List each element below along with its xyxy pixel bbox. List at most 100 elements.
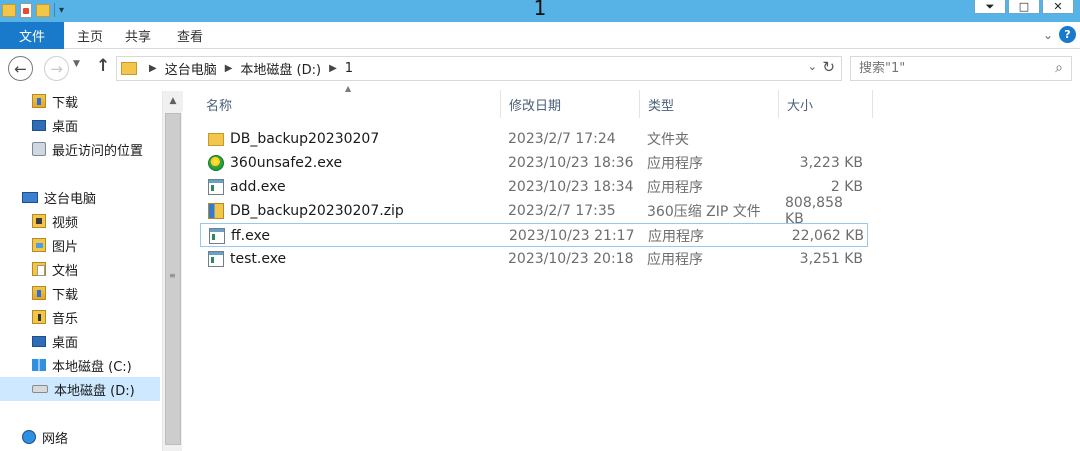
address-bar[interactable]: ▶ 这台电脑 ▶ 本地磁盘 (D:) ▶ 1 ⌄ ↻ bbox=[116, 56, 842, 81]
expand-ribbon-chevron-icon[interactable]: ⌄ bbox=[1043, 28, 1053, 42]
sidebar-item-downloads-pc[interactable]: 下载 bbox=[32, 281, 160, 305]
sidebar-item-music[interactable]: 音乐 bbox=[32, 305, 160, 329]
windows-drive-icon bbox=[32, 359, 46, 371]
table-row-focused[interactable]: ff.exe 2023/10/23 21:17 应用程序 22,062 KB bbox=[200, 223, 868, 247]
file-date: 2023/10/23 21:17 bbox=[509, 228, 635, 244]
file-type: 360压缩 ZIP 文件 bbox=[647, 204, 761, 220]
navigation-pane: 下载 桌面 最近访问的位置 这台电脑 视频 图片 文档 下载 音乐 桌面 本地磁… bbox=[0, 87, 162, 451]
breadcrumb-separator-icon[interactable]: ▶ bbox=[225, 63, 233, 74]
sidebar-item-downloads[interactable]: 下载 bbox=[32, 89, 160, 113]
close-button[interactable]: ✕ bbox=[1042, 0, 1074, 14]
forward-arrow-icon: → bbox=[50, 59, 63, 78]
table-row[interactable]: 360unsafe2.exe 2023/10/23 18:36 应用程序 3,2… bbox=[200, 151, 868, 175]
refresh-icon[interactable]: ↻ bbox=[822, 58, 835, 76]
download-folder-icon bbox=[32, 286, 46, 300]
scroll-up-arrow-icon[interactable]: ▲ bbox=[163, 91, 183, 111]
address-history-chevron-icon[interactable]: ⌄ bbox=[808, 60, 817, 73]
tab-share[interactable]: 共享 bbox=[125, 22, 151, 49]
breadcrumb-drive-d[interactable]: 本地磁盘 (D:) bbox=[240, 59, 321, 78]
table-row[interactable]: DB_backup20230207.zip 2023/2/7 17:35 360… bbox=[200, 195, 868, 227]
sidebar-item-drive-c[interactable]: 本地磁盘 (C:) bbox=[32, 353, 160, 377]
window-controls: ⏷ □ ✕ bbox=[974, 0, 1074, 14]
breadcrumb-separator-icon[interactable]: ▶ bbox=[329, 63, 337, 74]
file-name-cell: add.exe bbox=[208, 175, 286, 199]
file-size: 3,223 KB bbox=[799, 155, 863, 171]
search-box[interactable]: ⌕ bbox=[850, 56, 1072, 81]
file-type: 文件夹 bbox=[647, 132, 689, 148]
sidebar-item-label: 桌面 bbox=[52, 335, 79, 351]
sidebar-item-label: 桌面 bbox=[52, 119, 79, 135]
360-app-icon bbox=[208, 155, 224, 171]
sidebar-item-desktop[interactable]: 桌面 bbox=[32, 113, 160, 137]
recent-locations-chevron-icon[interactable]: ▼ bbox=[73, 59, 80, 69]
sidebar-item-label: 下载 bbox=[52, 95, 79, 111]
file-date: 2023/10/23 18:36 bbox=[508, 155, 634, 171]
file-list-header: 名称 修改日期 类型 大小 bbox=[198, 90, 873, 118]
pictures-folder-icon bbox=[32, 238, 46, 252]
ribbon-tabs: 文件 主页 共享 查看 ⌄ ? bbox=[0, 22, 1080, 49]
sidebar-item-label: 文档 bbox=[52, 263, 79, 279]
file-name: DB_backup20230207.zip bbox=[230, 203, 404, 219]
file-name-cell: ff.exe bbox=[209, 224, 270, 248]
sidebar-item-recent-places[interactable]: 最近访问的位置 bbox=[32, 137, 160, 161]
navigation-pane-scrollbar[interactable]: ▲ ≡ bbox=[162, 91, 183, 451]
sidebar-item-label: 视频 bbox=[52, 215, 79, 231]
file-date: 2023/10/23 18:34 bbox=[508, 179, 634, 195]
forward-button[interactable]: → bbox=[44, 56, 69, 81]
videos-folder-icon bbox=[32, 214, 46, 228]
sidebar-item-this-pc[interactable]: 这台电脑 bbox=[22, 185, 160, 209]
scrollbar-thumb[interactable]: ≡ bbox=[165, 113, 181, 445]
breadcrumb-folder-1[interactable]: 1 bbox=[345, 61, 353, 76]
folder-icon bbox=[208, 132, 224, 146]
ribbon-right-controls: ⌄ ? bbox=[1043, 26, 1076, 43]
sidebar-item-label: 图片 bbox=[52, 239, 79, 255]
tab-view[interactable]: 查看 bbox=[177, 22, 203, 49]
sidebar-item-label: 网络 bbox=[42, 431, 69, 447]
file-date: 2023/10/23 20:18 bbox=[508, 251, 634, 267]
this-pc-icon bbox=[22, 191, 38, 203]
music-folder-icon bbox=[32, 310, 46, 324]
drive-icon bbox=[32, 385, 48, 393]
file-date: 2023/2/7 17:35 bbox=[508, 203, 616, 219]
folder-icon bbox=[121, 62, 137, 75]
file-size: 808,858 KB bbox=[785, 195, 843, 227]
tab-home[interactable]: 主页 bbox=[77, 22, 103, 49]
breadcrumb-separator-icon[interactable]: ▶ bbox=[149, 63, 157, 74]
network-icon bbox=[22, 430, 36, 444]
file-name: 360unsafe2.exe bbox=[230, 155, 343, 171]
back-arrow-icon: ← bbox=[14, 59, 27, 78]
help-icon[interactable]: ? bbox=[1059, 26, 1076, 43]
back-button[interactable]: ← bbox=[8, 56, 33, 81]
breadcrumb-this-pc[interactable]: 这台电脑 bbox=[165, 59, 217, 78]
file-name: add.exe bbox=[230, 179, 286, 195]
column-header-type[interactable]: 类型 bbox=[640, 90, 779, 118]
sidebar-item-drive-d[interactable]: 本地磁盘 (D:) bbox=[0, 377, 160, 401]
exe-icon bbox=[208, 251, 224, 267]
title-bar: ▾ 1 ⏷ □ ✕ bbox=[0, 0, 1080, 22]
sidebar-item-pictures[interactable]: 图片 bbox=[32, 233, 160, 257]
sidebar-item-label: 下载 bbox=[52, 287, 79, 303]
search-icon[interactable]: ⌕ bbox=[1055, 60, 1063, 76]
file-name: test.exe bbox=[230, 251, 287, 267]
table-row[interactable]: DB_backup20230207 2023/2/7 17:24 文件夹 bbox=[200, 127, 868, 151]
sidebar-item-desktop-pc[interactable]: 桌面 bbox=[32, 329, 160, 353]
sidebar-item-videos[interactable]: 视频 bbox=[32, 209, 160, 233]
file-name: DB_backup20230207 bbox=[230, 131, 380, 147]
file-size: 22,062 KB bbox=[791, 228, 864, 244]
up-arrow-icon[interactable]: ↑ bbox=[96, 56, 110, 76]
table-row[interactable]: add.exe 2023/10/23 18:34 应用程序 2 KB bbox=[200, 175, 868, 199]
minimize-button[interactable]: ⏷ bbox=[974, 0, 1006, 14]
maximize-button[interactable]: □ bbox=[1008, 0, 1040, 14]
sidebar-item-documents[interactable]: 文档 bbox=[32, 257, 160, 281]
file-name-cell: test.exe bbox=[208, 247, 286, 271]
sidebar-item-label: 音乐 bbox=[52, 311, 79, 327]
sidebar-item-network[interactable]: 网络 bbox=[22, 425, 160, 449]
sidebar-item-label: 本地磁盘 (D:) bbox=[54, 383, 135, 399]
tab-file[interactable]: 文件 bbox=[0, 22, 64, 49]
table-row[interactable]: test.exe 2023/10/23 20:18 应用程序 3,251 KB bbox=[200, 247, 868, 271]
column-header-name[interactable]: 名称 bbox=[198, 90, 501, 118]
column-header-size[interactable]: 大小 bbox=[779, 90, 873, 118]
desktop-icon bbox=[32, 119, 46, 131]
column-header-date-modified[interactable]: 修改日期 bbox=[501, 90, 640, 118]
search-input[interactable] bbox=[859, 61, 1039, 76]
